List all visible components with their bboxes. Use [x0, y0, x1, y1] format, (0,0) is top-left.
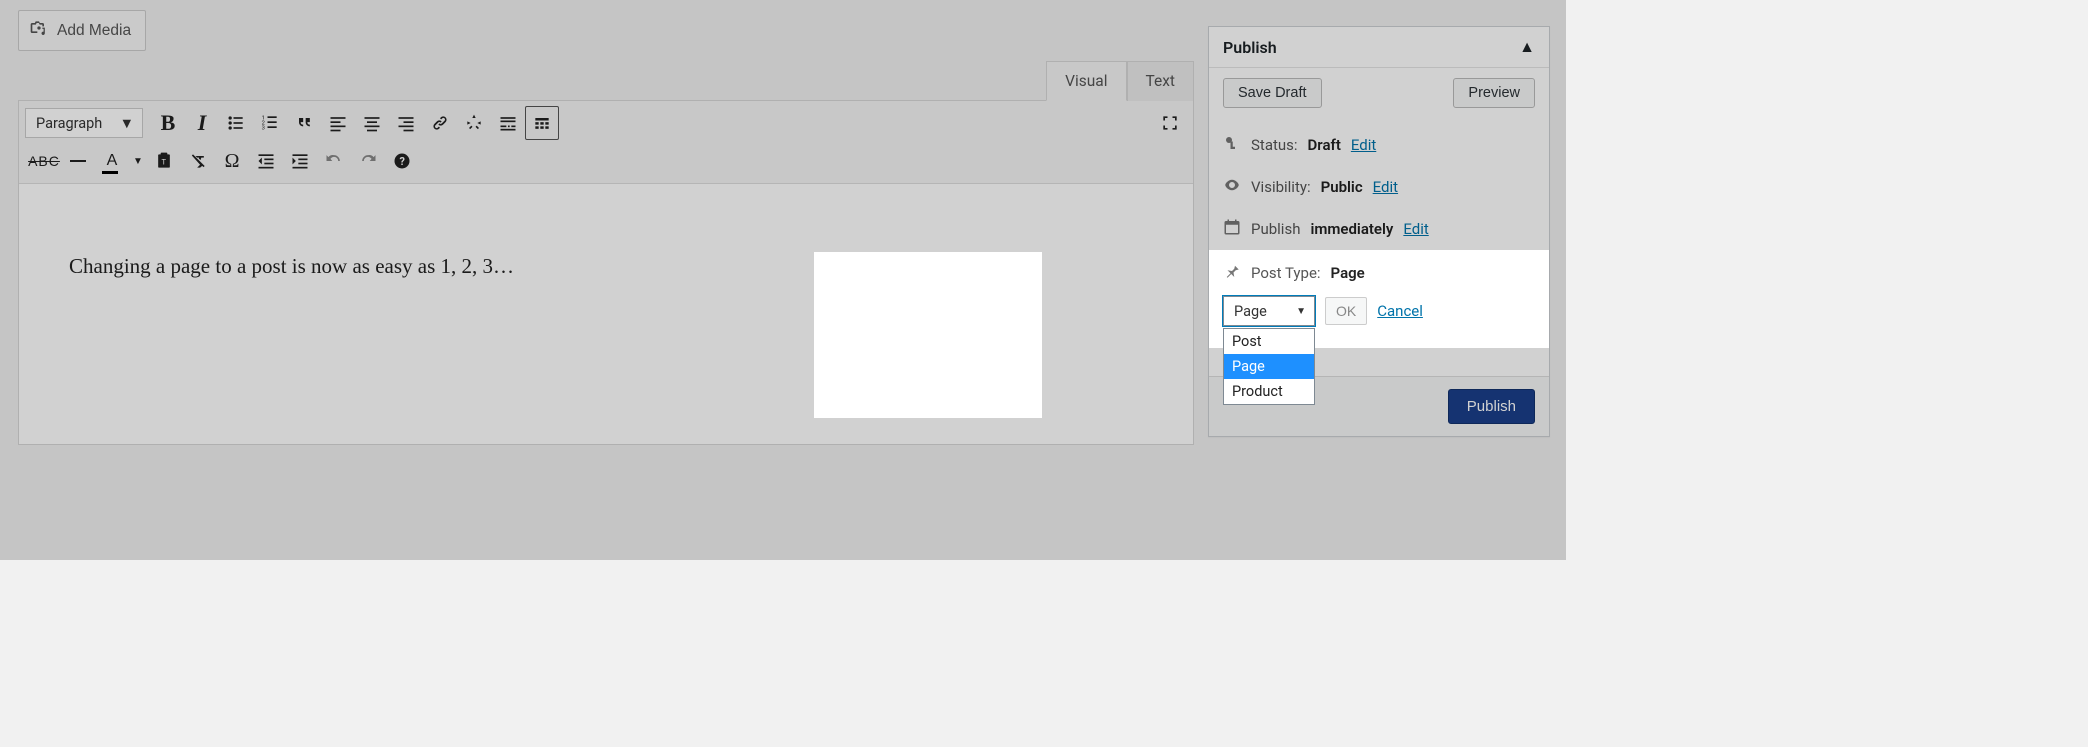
- svg-text:T: T: [162, 157, 167, 166]
- fullscreen-button[interactable]: [1153, 106, 1187, 140]
- triangle-up-icon: ▲: [1519, 37, 1535, 57]
- posttype-option-page[interactable]: Page: [1224, 354, 1314, 379]
- align-center-button[interactable]: [355, 106, 389, 140]
- status-edit-link[interactable]: Edit: [1351, 136, 1376, 154]
- camera-music-icon: [29, 18, 49, 43]
- posttype-dropdown: Post Page Product: [1223, 328, 1315, 405]
- read-more-button[interactable]: [491, 106, 525, 140]
- posttype-cancel-link[interactable]: Cancel: [1377, 302, 1423, 320]
- status-label: Status:: [1251, 136, 1298, 154]
- align-right-button[interactable]: [389, 106, 423, 140]
- publish-metabox: Publish ▲ Save Draft Preview Status: Dra…: [1208, 26, 1550, 437]
- tab-text[interactable]: Text: [1127, 61, 1194, 101]
- save-draft-button[interactable]: Save Draft: [1223, 78, 1322, 108]
- svg-text:3: 3: [262, 126, 265, 132]
- visibility-row: Visibility: Public Edit: [1223, 166, 1535, 208]
- posttype-ok-button[interactable]: OK: [1325, 297, 1367, 325]
- numbered-list-button[interactable]: 123: [253, 106, 287, 140]
- key-icon: [1223, 134, 1241, 156]
- format-select[interactable]: Paragraph ▼: [25, 108, 143, 138]
- align-left-button[interactable]: [321, 106, 355, 140]
- editor-content[interactable]: Changing a page to a post is now as easy…: [19, 184, 1193, 444]
- indent-button[interactable]: [283, 144, 317, 178]
- text-color-button[interactable]: A: [95, 144, 129, 178]
- bullet-list-button[interactable]: [219, 106, 253, 140]
- svg-text:?: ?: [400, 155, 405, 168]
- add-media-label: Add Media: [57, 22, 131, 40]
- chevron-down-icon: ▼: [133, 156, 143, 167]
- visibility-value: Public: [1321, 178, 1363, 196]
- special-char-button[interactable]: Ω: [215, 144, 249, 178]
- blockquote-button[interactable]: [287, 106, 321, 140]
- paste-text-button[interactable]: T: [147, 144, 181, 178]
- clear-formatting-button[interactable]: [181, 144, 215, 178]
- eye-icon: [1223, 176, 1241, 198]
- chevron-down-icon: ▼: [1296, 306, 1306, 317]
- post-type-section: Post Type: Page Page ▼ OK Cancel Post Pa…: [1209, 250, 1549, 348]
- editor-toolbar: Paragraph ▼ B I 123 ABC: [19, 101, 1193, 184]
- publish-title: Publish: [1223, 38, 1277, 57]
- posttype-option-post[interactable]: Post: [1224, 329, 1314, 354]
- outdent-button[interactable]: [249, 144, 283, 178]
- bold-button[interactable]: B: [151, 106, 185, 140]
- posttype-option-product[interactable]: Product: [1224, 379, 1314, 404]
- redo-button[interactable]: [351, 144, 385, 178]
- preview-button[interactable]: Preview: [1453, 78, 1535, 108]
- schedule-label: Publish: [1251, 220, 1300, 238]
- chevron-down-icon: ▼: [120, 115, 134, 132]
- posttype-select-value: Page: [1234, 303, 1267, 320]
- status-value: Draft: [1308, 136, 1341, 154]
- strikethrough-button[interactable]: ABC: [27, 144, 61, 178]
- status-row: Status: Draft Edit: [1223, 124, 1535, 166]
- tab-visual[interactable]: Visual: [1046, 61, 1126, 101]
- text-color-dropdown[interactable]: ▼: [129, 144, 147, 178]
- help-button[interactable]: ?: [385, 144, 419, 178]
- schedule-value: immediately: [1310, 220, 1393, 238]
- calendar-icon: [1223, 218, 1241, 240]
- publish-metabox-header[interactable]: Publish ▲: [1209, 27, 1549, 68]
- posttype-select[interactable]: Page ▼: [1223, 296, 1315, 326]
- publish-button[interactable]: Publish: [1448, 389, 1535, 424]
- horizontal-rule-button[interactable]: [61, 144, 95, 178]
- add-media-button[interactable]: Add Media: [18, 10, 146, 51]
- unlink-button[interactable]: [457, 106, 491, 140]
- visibility-edit-link[interactable]: Edit: [1373, 178, 1398, 196]
- toolbar-toggle-button[interactable]: [525, 106, 559, 140]
- schedule-edit-link[interactable]: Edit: [1403, 220, 1428, 238]
- posttype-label: Post Type:: [1251, 264, 1321, 282]
- italic-button[interactable]: I: [185, 106, 219, 140]
- undo-button[interactable]: [317, 144, 351, 178]
- link-button[interactable]: [423, 106, 457, 140]
- visibility-label: Visibility:: [1251, 178, 1311, 196]
- schedule-row: Publish immediately Edit: [1223, 208, 1535, 250]
- posttype-value: Page: [1331, 264, 1365, 282]
- format-select-label: Paragraph: [36, 115, 102, 132]
- pushpin-icon: [1223, 262, 1241, 284]
- editor-content-text: Changing a page to a post is now as easy…: [69, 254, 514, 278]
